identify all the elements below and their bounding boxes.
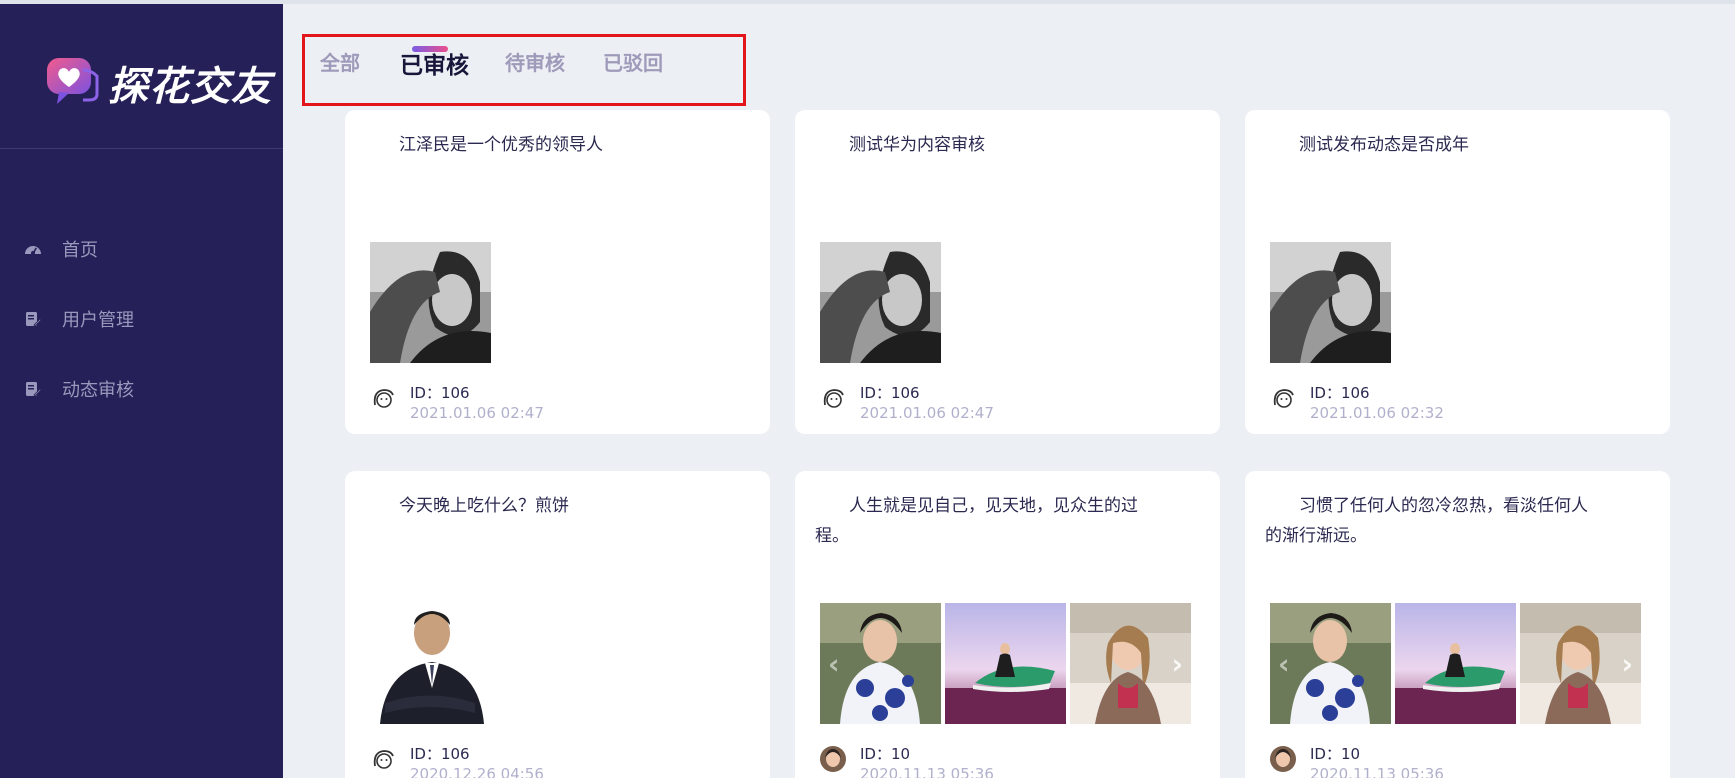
sidebar-item-user-management[interactable]: 用户管理 [0, 284, 283, 354]
status-tabs: 全部 已审核 待审核 已驳回 [302, 34, 746, 106]
tab-all[interactable]: 全部 [320, 47, 360, 76]
post-images [370, 603, 491, 724]
post-user-id: ID：106 [410, 384, 470, 402]
post-text: 习惯了任何人的忽冷忽热，看淡任何人的渐行渐远。 [1265, 496, 1588, 546]
post-card[interactable]: 今天晚上吃什么？煎饼 ID：106 2020.12.26 04:56 [345, 471, 770, 778]
tab-pending[interactable]: 待审核 [505, 47, 565, 76]
logo-text: 探花交友 [108, 64, 272, 110]
document-edit-icon [24, 380, 42, 398]
sidebar-item-label: 动态审核 [62, 380, 134, 401]
avatar[interactable] [820, 385, 846, 411]
heart-chat-logo-icon [47, 58, 99, 104]
avatar[interactable] [1270, 746, 1296, 772]
post-image[interactable]: › [1070, 603, 1191, 724]
post-image[interactable] [370, 603, 491, 724]
post-images: ‹ › [1270, 603, 1641, 724]
sidebar: 探花交友 首页 用户管理 动态审核 [0, 4, 283, 778]
avatar[interactable] [370, 385, 396, 411]
sidebar-item-home[interactable]: 首页 [0, 214, 283, 284]
sidebar-item-post-review[interactable]: 动态审核 [0, 354, 283, 424]
chevron-left-icon[interactable]: ‹ [1278, 647, 1290, 680]
post-image[interactable] [1270, 242, 1391, 363]
post-images [1270, 242, 1391, 363]
avatar[interactable] [820, 746, 846, 772]
post-image[interactable]: › [1520, 603, 1641, 724]
sidebar-item-label: 首页 [62, 240, 98, 261]
post-timestamp: 2020.11.13 05:36 [1310, 765, 1444, 778]
post-user-id: ID：106 [860, 384, 920, 402]
post-image[interactable] [370, 242, 491, 363]
post-timestamp: 2020.12.26 04:56 [410, 765, 544, 778]
logo-area: 探花交友 [0, 4, 283, 149]
post-user-id: ID：106 [1310, 384, 1370, 402]
post-card[interactable]: 测试发布动态是否成年 ID：106 2021.01.06 02:32 [1245, 110, 1670, 434]
post-images [820, 242, 941, 363]
post-image[interactable] [1395, 603, 1516, 724]
post-image[interactable] [820, 242, 941, 363]
post-timestamp: 2021.01.06 02:47 [410, 404, 544, 422]
post-text: 测试华为内容审核 [849, 135, 985, 155]
post-image[interactable] [945, 603, 1066, 724]
post-timestamp: 2021.01.06 02:32 [1310, 404, 1444, 422]
chevron-left-icon[interactable]: ‹ [828, 647, 840, 680]
chevron-right-icon[interactable]: › [1171, 647, 1183, 680]
tab-rejected[interactable]: 已驳回 [603, 47, 663, 76]
post-text: 江泽民是一个优秀的领导人 [399, 135, 603, 155]
post-images [370, 242, 491, 363]
post-user-id: ID：10 [860, 745, 911, 763]
sidebar-nav: 首页 用户管理 动态审核 [0, 214, 283, 424]
post-user-id: ID：10 [1310, 745, 1361, 763]
post-card[interactable]: 人生就是见自己，见天地，见众生的过程。 ‹ › ID：10 2020.11.13… [795, 471, 1220, 778]
post-images: ‹ › [820, 603, 1191, 724]
document-edit-icon [24, 310, 42, 328]
post-image[interactable]: ‹ [820, 603, 941, 724]
active-tab-indicator [412, 46, 448, 52]
post-text: 今天晚上吃什么？煎饼 [399, 496, 569, 516]
post-image[interactable]: ‹ [1270, 603, 1391, 724]
post-card[interactable]: 测试华为内容审核 ID：106 2021.01.06 02:47 [795, 110, 1220, 434]
avatar[interactable] [370, 746, 396, 772]
post-timestamp: 2020.11.13 05:36 [860, 765, 994, 778]
sidebar-item-label: 用户管理 [62, 310, 134, 331]
post-card[interactable]: 江泽民是一个优秀的领导人 ID：106 2021.01.06 02:47 [345, 110, 770, 434]
dashboard-icon [24, 240, 42, 258]
post-timestamp: 2021.01.06 02:47 [860, 404, 994, 422]
post-text: 测试发布动态是否成年 [1299, 135, 1469, 155]
chevron-right-icon[interactable]: › [1621, 647, 1633, 680]
avatar[interactable] [1270, 385, 1296, 411]
post-card[interactable]: 习惯了任何人的忽冷忽热，看淡任何人的渐行渐远。 ‹ › ID：10 2020.1… [1245, 471, 1670, 778]
post-user-id: ID：106 [410, 745, 470, 763]
post-text: 人生就是见自己，见天地，见众生的过程。 [815, 496, 1138, 546]
